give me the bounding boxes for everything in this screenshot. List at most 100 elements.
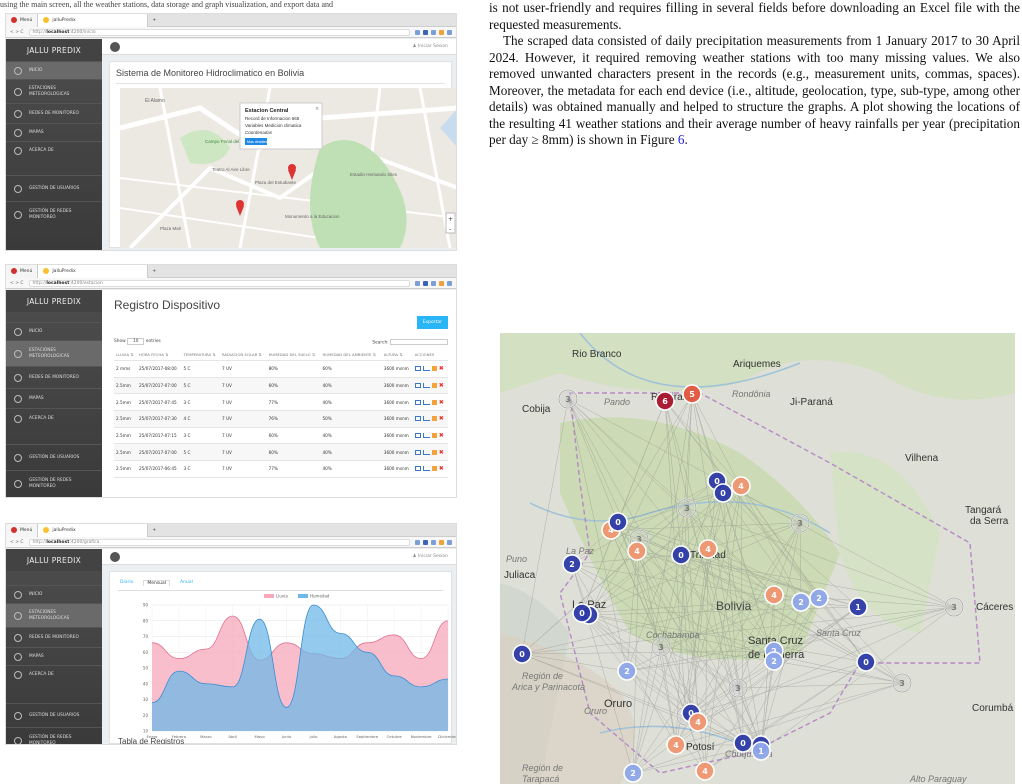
station-marker[interactable]: 3: [677, 498, 697, 518]
column-header[interactable]: TEMPERATURA ⇅: [181, 349, 220, 361]
station-marker[interactable]: 3: [790, 513, 810, 533]
table-icon[interactable]: [414, 399, 421, 405]
column-header[interactable]: ACCIONES: [412, 349, 448, 361]
edit-icon[interactable]: [431, 383, 437, 389]
column-header[interactable]: RADIACION SOLAR ⇅: [219, 349, 267, 361]
close-icon[interactable]: ×: [315, 106, 319, 112]
table-icon[interactable]: [414, 449, 421, 455]
edit-icon[interactable]: [431, 399, 437, 405]
nav-gestion-redes[interactable]: GESTIÓN DE REDES MONITOREO: [6, 201, 102, 227]
station-marker[interactable]: 0: [671, 545, 691, 565]
nav-redes[interactable]: REDES DE MONITOREO: [6, 366, 102, 388]
chart-icon[interactable]: [422, 433, 430, 439]
station-marker[interactable]: 2: [791, 592, 811, 612]
user-avatar[interactable]: [110, 551, 120, 562]
nav-inicio[interactable]: INICIO: [6, 61, 102, 79]
login-link[interactable]: ♟ Iniciar Sesion: [413, 44, 449, 49]
column-header[interactable]: ALTURA ⇅: [381, 349, 413, 361]
station-marker[interactable]: 5: [682, 384, 702, 404]
station-marker[interactable]: 4: [627, 541, 647, 561]
delete-icon[interactable]: ✖: [439, 399, 444, 405]
nav-inicio[interactable]: INICIO: [6, 585, 102, 603]
table-icon[interactable]: [414, 416, 421, 422]
nav-redes[interactable]: REDES DE MONITOREO: [6, 103, 102, 123]
chart-icon[interactable]: [422, 399, 430, 405]
station-marker[interactable]: 3: [728, 678, 748, 698]
nav-mapas[interactable]: MAPAS: [6, 388, 102, 408]
entries-selector[interactable]: Show 10 entries: [114, 338, 161, 346]
nav-inicio[interactable]: INICIO: [6, 322, 102, 340]
column-header[interactable]: HORA FECHA ⇅: [136, 349, 182, 361]
nav-usuarios[interactable]: GESTIÓN DE USUARIOS: [6, 444, 102, 470]
station-marker[interactable]: 2: [623, 763, 643, 783]
url-field[interactable]: http://localhost:4200/inicio: [28, 28, 410, 36]
tab-mensual[interactable]: Mensual: [143, 580, 171, 586]
delete-icon[interactable]: ✖: [439, 366, 444, 372]
edit-icon[interactable]: [431, 449, 437, 455]
nav-usuarios[interactable]: GESTIÓN DE USUARIOS: [6, 175, 102, 201]
nav-estaciones[interactable]: ESTACIONES METEOROLOGICAS: [6, 79, 102, 103]
column-header[interactable]: HUMEDAD DEL AMBIENTE ⇅: [320, 349, 382, 361]
user-avatar[interactable]: [110, 41, 120, 52]
station-marker[interactable]: 4: [666, 735, 686, 755]
nav-arrows-icon[interactable]: < > C: [10, 281, 24, 286]
new-tab-icon[interactable]: +: [148, 18, 156, 23]
station-marker[interactable]: 6: [655, 391, 675, 411]
url-field[interactable]: http://localhost:4200/grafica: [28, 538, 410, 546]
nav-redes[interactable]: REDES DE MONITOREO: [6, 627, 102, 647]
station-marker[interactable]: 1: [848, 597, 868, 617]
delete-icon[interactable]: ✖: [439, 466, 444, 472]
tab-diario[interactable]: Diario: [120, 580, 133, 586]
chart-icon[interactable]: [422, 416, 430, 422]
browser-tab-menu[interactable]: Menú: [6, 265, 39, 278]
station-marker[interactable]: 3: [651, 637, 671, 657]
city-map[interactable]: El Alamo Campo Ferial del Bicentenario T…: [120, 88, 457, 248]
search-box[interactable]: Search:: [372, 339, 448, 346]
edit-icon[interactable]: [431, 466, 437, 472]
station-marker[interactable]: 1: [751, 741, 771, 761]
station-marker[interactable]: 4: [731, 476, 751, 496]
nav-mapas[interactable]: MAPAS: [6, 647, 102, 665]
nav-mapas[interactable]: MAPAS: [6, 123, 102, 141]
chart-icon[interactable]: [422, 383, 430, 389]
nav-arrows-icon[interactable]: < > C: [10, 30, 24, 35]
table-icon[interactable]: [414, 366, 421, 372]
chart-icon[interactable]: [422, 449, 430, 455]
nav-acerca[interactable]: ACERCA DE: [6, 141, 102, 159]
station-marker[interactable]: 3: [892, 673, 912, 693]
chart-icon[interactable]: [422, 466, 430, 472]
nav-gestion-redes[interactable]: GESTIÓN DE REDES MONITOREO: [6, 727, 102, 744]
station-marker[interactable]: 4: [764, 585, 784, 605]
browser-tab-app[interactable]: JalluPredix: [38, 265, 149, 278]
export-button[interactable]: Exportar: [416, 316, 448, 329]
new-tab-icon[interactable]: +: [148, 269, 156, 274]
tab-anual[interactable]: Anual: [180, 580, 193, 586]
login-link[interactable]: ♟ Iniciar Sesion: [413, 554, 449, 559]
edit-icon[interactable]: [431, 366, 437, 372]
station-marker[interactable]: 0: [572, 603, 592, 623]
station-marker[interactable]: 0: [856, 652, 876, 672]
table-icon[interactable]: [414, 383, 421, 389]
delete-icon[interactable]: ✖: [439, 449, 444, 455]
browser-tab-app[interactable]: jalluPredix: [38, 524, 149, 537]
station-marker[interactable]: 0: [733, 733, 753, 753]
nav-arrows-icon[interactable]: < > C: [10, 540, 24, 545]
nav-acerca[interactable]: ACERCA DE: [6, 665, 102, 683]
browser-tab-menu[interactable]: Menú: [6, 14, 39, 27]
station-marker[interactable]: 3: [558, 389, 578, 409]
station-marker[interactable]: 0: [713, 483, 733, 503]
nav-estaciones[interactable]: ESTACIONES METEOROLOGICAS: [6, 340, 102, 366]
edit-icon[interactable]: [431, 416, 437, 422]
nav-acerca[interactable]: ACERCA DE: [6, 408, 102, 428]
edit-icon[interactable]: [431, 433, 437, 439]
delete-icon[interactable]: ✖: [439, 383, 444, 389]
delete-icon[interactable]: ✖: [439, 416, 444, 422]
chart-icon[interactable]: [422, 366, 430, 372]
station-marker[interactable]: 4: [695, 761, 715, 781]
url-field[interactable]: http://localhost:4200/estacion: [28, 279, 410, 287]
new-tab-icon[interactable]: +: [148, 528, 156, 533]
browser-tab-menu[interactable]: Menú: [6, 524, 39, 537]
station-marker[interactable]: 2: [617, 661, 637, 681]
station-marker[interactable]: 4: [698, 539, 718, 559]
station-marker[interactable]: 0: [512, 644, 532, 664]
